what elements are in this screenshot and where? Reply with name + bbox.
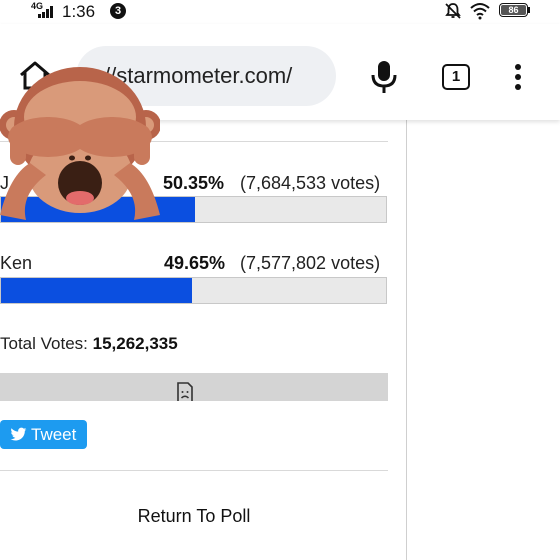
status-bar: 4G 1:36 3 86: [0, 0, 560, 24]
tab-switcher-button[interactable]: 1: [442, 64, 470, 90]
embed-band: [0, 373, 388, 401]
more-options-icon[interactable]: [508, 64, 528, 94]
result-bar-track: [0, 277, 387, 304]
twitter-bird-icon: [10, 427, 27, 441]
return-to-poll-link[interactable]: Return To Poll: [0, 506, 388, 527]
battery-tip: [528, 7, 530, 13]
total-votes-label: Total Votes:: [0, 334, 88, 353]
microphone-icon[interactable]: [370, 60, 398, 94]
notification-count-badge: 3: [110, 3, 126, 19]
total-votes-value: 15,262,335: [92, 334, 178, 353]
battery-icon: 86: [499, 3, 528, 17]
candidate-percent: 49.65%: [164, 253, 226, 273]
divider: [0, 470, 388, 471]
clock-time: 1:36: [62, 2, 96, 21]
candidate-votes: (7,577,802 votes): [240, 253, 381, 273]
tweet-label: Tweet: [31, 425, 77, 444]
bell-muted-icon: [445, 3, 461, 19]
candidate-votes: (7,684,533 votes): [240, 173, 381, 193]
candidate-name: Ken: [0, 253, 33, 273]
result-bar-fill: [1, 278, 193, 303]
battery-level: 86: [501, 5, 526, 15]
tweet-button[interactable]: Tweet: [0, 420, 87, 449]
see-no-evil-monkey-emoji-icon: [0, 67, 160, 220]
candidate-percent: 50.35%: [163, 173, 225, 193]
document-sad-icon: [177, 382, 193, 401]
signal-icon: [38, 6, 53, 18]
wifi-icon: [470, 3, 490, 20]
total-votes: Total Votes: 15,262,335: [0, 334, 178, 354]
